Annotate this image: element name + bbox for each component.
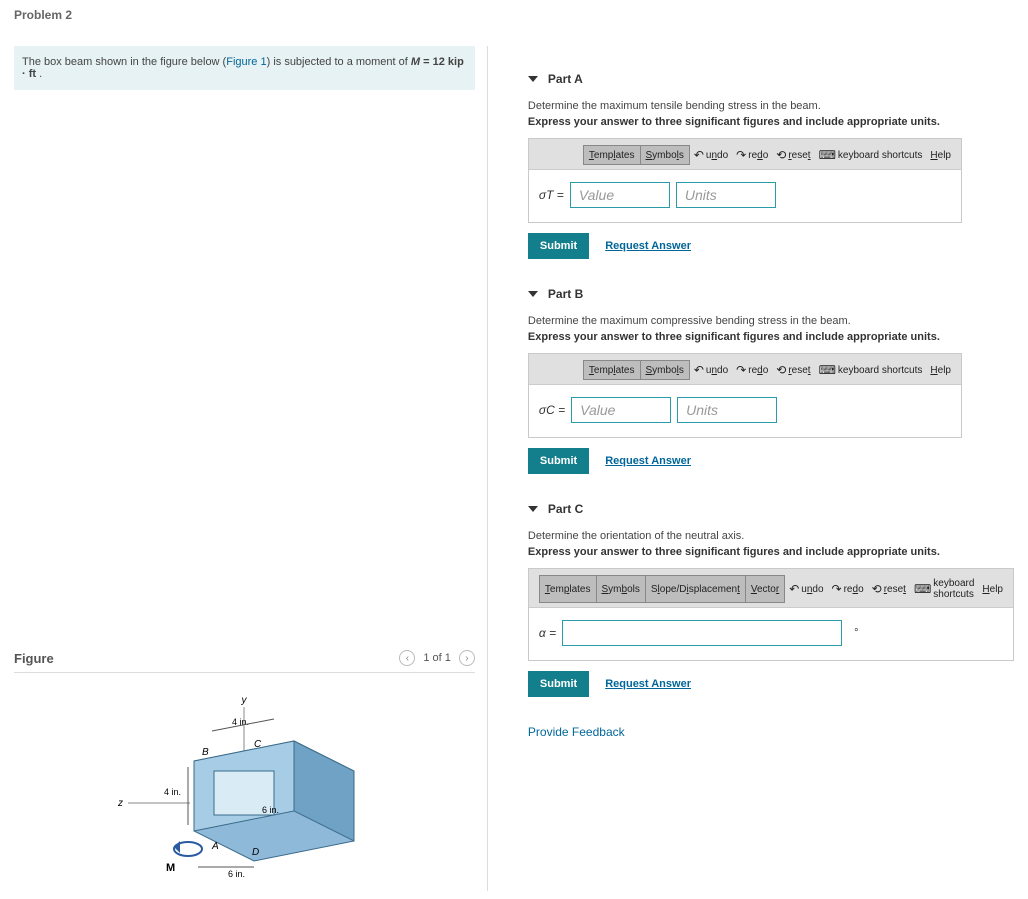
help-button[interactable]: Help bbox=[926, 360, 955, 380]
left-column: The box beam shown in the figure below (… bbox=[14, 46, 487, 891]
reset-icon bbox=[776, 148, 786, 162]
undo-icon bbox=[694, 363, 704, 377]
part-c-submit-button[interactable]: Submit bbox=[528, 671, 589, 697]
part-a-request-answer[interactable]: Request Answer bbox=[605, 240, 691, 252]
stem-mid: ) is subjected to a moment of bbox=[267, 56, 411, 68]
part-a-input-panel: Templates Symbols undo redo reset keyboa… bbox=[528, 138, 962, 223]
templates-button[interactable]: Templates bbox=[583, 360, 641, 380]
part-c-request-answer[interactable]: Request Answer bbox=[605, 678, 691, 690]
part-a: Part A Determine the maximum tensile ben… bbox=[528, 72, 1014, 259]
part-b-value-input[interactable]: Value bbox=[571, 397, 671, 423]
part-b-input-panel: Templates Symbols undo redo reset keyboa… bbox=[528, 353, 962, 438]
redo-icon bbox=[736, 148, 746, 162]
part-c-title: Part C bbox=[548, 502, 583, 516]
part-c-var: α = bbox=[539, 626, 556, 640]
keyboard-icon bbox=[914, 582, 931, 596]
keyboard-icon bbox=[819, 363, 836, 377]
axis-z-label: z bbox=[117, 798, 123, 809]
axis-y-label: y bbox=[241, 695, 248, 706]
caret-down-icon bbox=[528, 76, 538, 82]
dim-inner: 6 in. bbox=[262, 805, 279, 815]
templates-button[interactable]: Templates bbox=[583, 145, 641, 165]
part-a-value-input[interactable]: Value bbox=[570, 182, 670, 208]
figure-image: y z 4 in. 4 in. 6 in bbox=[14, 673, 475, 891]
part-c-toolbar: Templates Symbols Slope/Displacement Vec… bbox=[529, 569, 1013, 608]
moment-label: M bbox=[166, 862, 175, 874]
figure-prev-button[interactable]: ‹ bbox=[399, 650, 415, 666]
templates-button[interactable]: Templates bbox=[539, 575, 597, 603]
part-a-header[interactable]: Part A bbox=[528, 72, 1014, 86]
redo-icon bbox=[736, 363, 746, 377]
slope-button[interactable]: Slope/Displacement bbox=[646, 575, 746, 603]
part-a-units-input[interactable]: Units bbox=[676, 182, 776, 208]
part-b-prompt: Determine the maximum compressive bendin… bbox=[528, 315, 1014, 327]
reset-icon bbox=[872, 582, 882, 596]
part-a-prompt: Determine the maximum tensile bending st… bbox=[528, 100, 1014, 112]
caret-down-icon bbox=[528, 291, 538, 297]
pt-c: C bbox=[254, 739, 262, 750]
redo-icon bbox=[832, 582, 842, 596]
help-button[interactable]: Help bbox=[978, 575, 1007, 603]
moment-var: M bbox=[411, 56, 420, 68]
part-b-express: Express your answer to three significant… bbox=[528, 331, 1014, 343]
part-b-request-answer[interactable]: Request Answer bbox=[605, 455, 691, 467]
figure-link[interactable]: Figure 1 bbox=[226, 56, 266, 68]
part-c-input-panel: Templates Symbols Slope/Displacement Vec… bbox=[528, 568, 1014, 661]
part-a-title: Part A bbox=[548, 72, 583, 86]
problem-title: Problem 2 bbox=[14, 8, 1014, 22]
redo-button[interactable]: redo bbox=[732, 360, 772, 380]
undo-button[interactable]: undo bbox=[785, 575, 827, 603]
part-b-toolbar: Templates Symbols undo redo reset keyboa… bbox=[529, 354, 961, 385]
pt-a: A bbox=[211, 841, 219, 852]
part-b-var: σC = bbox=[539, 403, 565, 417]
pt-d: D bbox=[252, 847, 259, 858]
keyboard-button[interactable]: keyboard shortcuts bbox=[815, 145, 927, 165]
part-c-header[interactable]: Part C bbox=[528, 502, 1014, 516]
dim-bottom: 6 in. bbox=[228, 869, 245, 879]
caret-down-icon bbox=[528, 506, 538, 512]
part-b-units-input[interactable]: Units bbox=[677, 397, 777, 423]
problem-stem: The box beam shown in the figure below (… bbox=[14, 46, 475, 90]
part-b: Part B Determine the maximum compressive… bbox=[528, 287, 1014, 474]
undo-button[interactable]: undo bbox=[690, 145, 732, 165]
figure-heading: Figure bbox=[14, 651, 54, 666]
help-button[interactable]: Help bbox=[926, 145, 955, 165]
symbols-button[interactable]: Symbols bbox=[641, 145, 690, 165]
part-a-submit-button[interactable]: Submit bbox=[528, 233, 589, 259]
stem-end: . bbox=[36, 68, 42, 80]
undo-button[interactable]: undo bbox=[690, 360, 732, 380]
part-c-prompt: Determine the orientation of the neutral… bbox=[528, 530, 1014, 542]
right-column: Part A Determine the maximum tensile ben… bbox=[487, 46, 1014, 891]
reset-button[interactable]: reset bbox=[772, 360, 814, 380]
part-a-express: Express your answer to three significant… bbox=[528, 116, 1014, 128]
provide-feedback-link[interactable]: Provide Feedback bbox=[528, 725, 1014, 739]
keyboard-icon bbox=[819, 148, 836, 162]
undo-icon bbox=[694, 148, 704, 162]
stem-pre: The box beam shown in the figure below ( bbox=[22, 56, 226, 68]
dim-left: 4 in. bbox=[164, 787, 181, 797]
part-b-title: Part B bbox=[548, 287, 583, 301]
undo-icon bbox=[789, 582, 799, 596]
pt-b: B bbox=[202, 747, 209, 758]
part-b-header[interactable]: Part B bbox=[528, 287, 1014, 301]
figure-counter: 1 of 1 bbox=[423, 652, 451, 664]
part-b-submit-button[interactable]: Submit bbox=[528, 448, 589, 474]
symbols-button[interactable]: Symbols bbox=[641, 360, 690, 380]
part-c-unit-suffix: ° bbox=[854, 627, 858, 639]
reset-button[interactable]: reset bbox=[868, 575, 910, 603]
symbols-button[interactable]: Symbols bbox=[597, 575, 646, 603]
part-c-value-input[interactable] bbox=[562, 620, 842, 646]
vector-button[interactable]: Vector bbox=[746, 575, 785, 603]
keyboard-button[interactable]: keyboard shortcuts bbox=[910, 575, 978, 603]
reset-icon bbox=[776, 363, 786, 377]
reset-button[interactable]: reset bbox=[772, 145, 814, 165]
part-c: Part C Determine the orientation of the … bbox=[528, 502, 1014, 697]
part-a-toolbar: Templates Symbols undo redo reset keyboa… bbox=[529, 139, 961, 170]
figure-next-button[interactable]: › bbox=[459, 650, 475, 666]
part-c-express: Express your answer to three significant… bbox=[528, 546, 1014, 558]
keyboard-button[interactable]: keyboard shortcuts bbox=[815, 360, 927, 380]
part-a-var: σT = bbox=[539, 188, 564, 202]
redo-button[interactable]: redo bbox=[828, 575, 868, 603]
redo-button[interactable]: redo bbox=[732, 145, 772, 165]
